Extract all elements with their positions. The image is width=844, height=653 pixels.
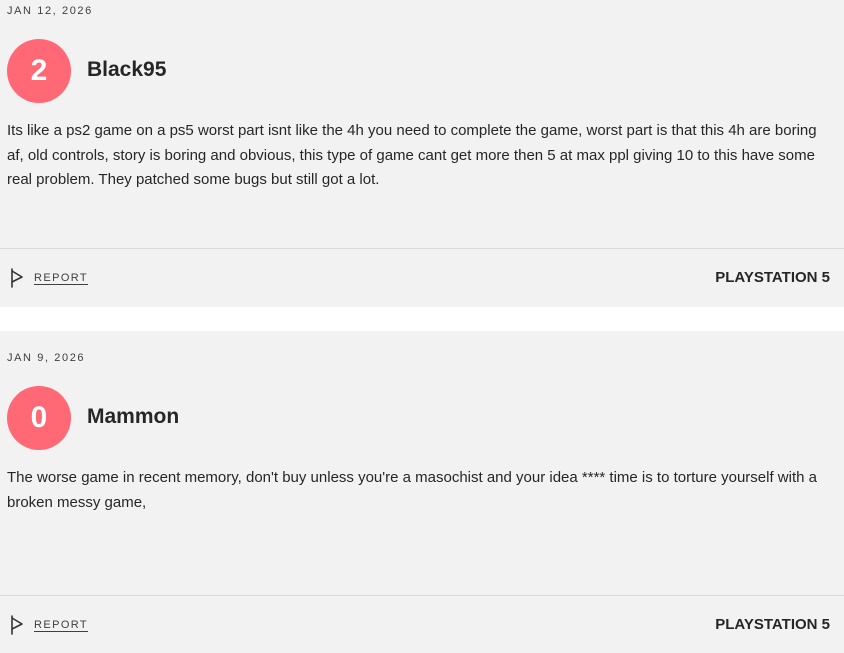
review-username[interactable]: Mammon xyxy=(87,405,179,429)
score-badge: 2 xyxy=(7,39,71,103)
review-date: JAN 12, 2026 xyxy=(7,5,93,17)
score-badge: 0 xyxy=(7,386,71,450)
platform-label: PLAYSTATION 5 xyxy=(715,269,830,286)
review-date: JAN 9, 2026 xyxy=(7,352,86,364)
divider xyxy=(0,248,844,249)
report-button[interactable]: REPORT xyxy=(10,615,88,635)
platform-label: PLAYSTATION 5 xyxy=(715,616,830,633)
report-button[interactable]: REPORT xyxy=(10,268,88,288)
report-label[interactable]: REPORT xyxy=(34,619,88,631)
flag-icon xyxy=(10,268,24,288)
review-text: Its like a ps2 game on a ps5 worst part … xyxy=(7,122,817,188)
divider xyxy=(0,595,844,596)
report-label[interactable]: REPORT xyxy=(34,272,88,284)
review-card: JAN 9, 2026 0 Mammon The worse game in r… xyxy=(0,331,844,653)
flag-icon xyxy=(10,615,24,635)
review-username[interactable]: Black95 xyxy=(87,58,166,82)
review-card: JAN 12, 2026 2 Black95 Its like a ps2 ga… xyxy=(0,0,844,307)
review-text: The worse game in recent memory, don't b… xyxy=(7,469,817,511)
